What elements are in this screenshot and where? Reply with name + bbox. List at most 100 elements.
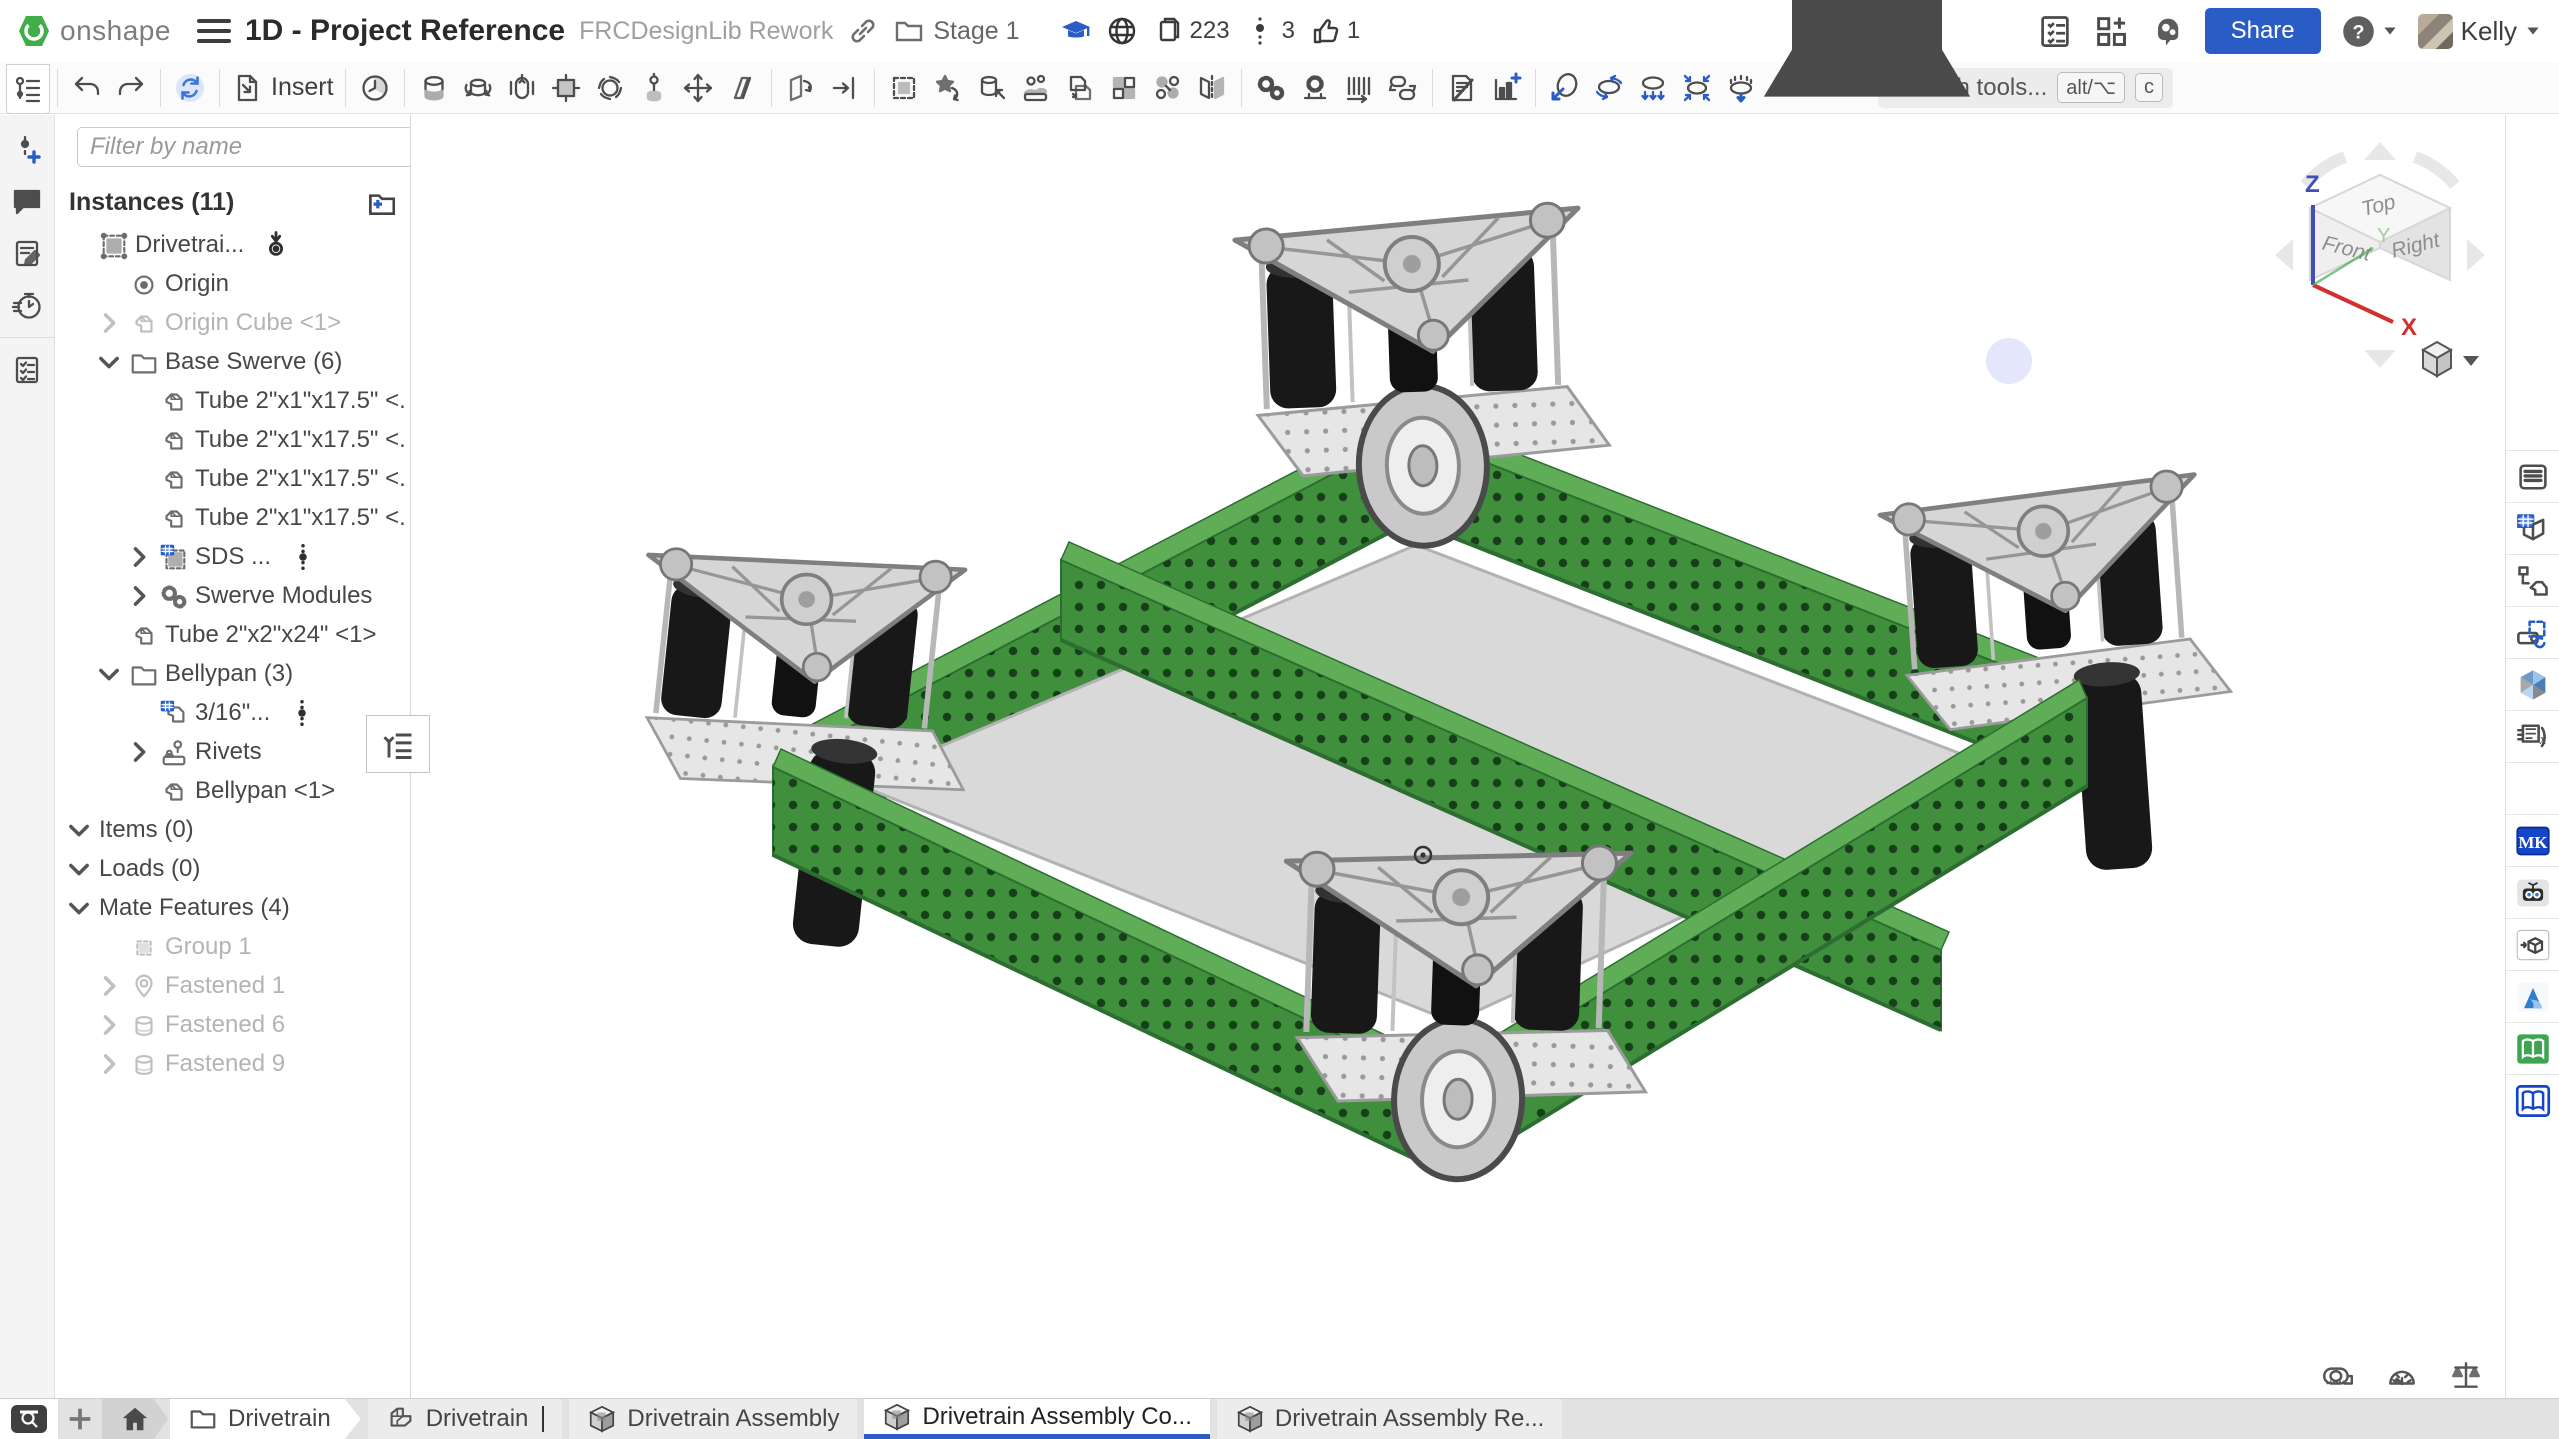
- export-app-button[interactable]: [2506, 918, 2559, 970]
- move-to-position-button[interactable]: [823, 66, 867, 110]
- cylindrical-mate-button[interactable]: [676, 66, 720, 110]
- snapshot-button[interactable]: [1014, 66, 1058, 110]
- tree-item[interactable]: Tube 2"x1"x17.5" <...: [55, 420, 410, 459]
- sheet-overlay-button[interactable]: [2506, 606, 2559, 658]
- rotate-right-arrow[interactable]: [2467, 239, 2485, 271]
- tree-item[interactable]: Loads (0): [55, 849, 410, 888]
- tree-item[interactable]: Drivetrai...: [55, 225, 410, 264]
- tasks-icon[interactable]: [2037, 13, 2073, 49]
- tree-item[interactable]: Rivets: [55, 732, 410, 771]
- derived-features-button[interactable]: [2506, 554, 2559, 606]
- ball-mate-button[interactable]: [588, 66, 632, 110]
- tree-item[interactable]: Fastened 9: [55, 1044, 410, 1083]
- share-button[interactable]: Share: [2205, 8, 2321, 54]
- view-options-button[interactable]: [2423, 342, 2479, 376]
- tree-item[interactable]: Items (0): [55, 810, 410, 849]
- chevron-right-icon[interactable]: [125, 543, 153, 571]
- onshape-logo[interactable]: onshape: [16, 13, 171, 49]
- new-tab-button[interactable]: [58, 1399, 102, 1439]
- circular-pattern-button[interactable]: [1146, 66, 1190, 110]
- checklist-panel-button[interactable]: [5, 344, 49, 396]
- follow-mode-button[interactable]: [926, 66, 970, 110]
- view-cube[interactable]: Top Front Right Z X Y: [2265, 130, 2495, 380]
- app-switcher-icon[interactable]: [2093, 13, 2129, 49]
- comments-button[interactable]: [5, 175, 49, 227]
- slider-mate-button[interactable]: [500, 66, 544, 110]
- chevron-right-icon[interactable]: [95, 972, 123, 1000]
- blue-library-app-button[interactable]: [2506, 1074, 2559, 1126]
- search-document-button[interactable]: [11, 1405, 47, 1433]
- chevron-right-icon[interactable]: [95, 1050, 123, 1078]
- rotate-down-arrow[interactable]: [2364, 350, 2396, 368]
- redo-button[interactable]: [109, 66, 153, 110]
- format-panel-button[interactable]: [2506, 450, 2559, 502]
- learning-center-icon[interactable]: [1060, 15, 1092, 47]
- mass-properties-icon[interactable]: [2449, 1358, 2483, 1392]
- hide-mates-button[interactable]: [1440, 66, 1484, 110]
- tree-item[interactable]: Base Swerve (6): [55, 342, 410, 381]
- chevron-right-icon[interactable]: [95, 1011, 123, 1039]
- rotate-animation-button[interactable]: [1587, 66, 1631, 110]
- tree-item[interactable]: Swerve Modules: [55, 576, 410, 615]
- tree-item[interactable]: Tube 2"x2"x24" <1>: [55, 615, 410, 654]
- user-menu[interactable]: Kelly: [2418, 14, 2541, 49]
- copies-count[interactable]: 223: [1152, 15, 1230, 47]
- ai-advisor-icon[interactable]: [2149, 13, 2185, 49]
- tree-item[interactable]: Group 1: [55, 927, 410, 966]
- screw-relation-button[interactable]: [1337, 66, 1381, 110]
- help-menu[interactable]: ?: [2341, 14, 2398, 49]
- tree-item[interactable]: Tube 2"x1"x17.5" <...: [55, 459, 410, 498]
- tree-item[interactable]: Bellypan <1>: [55, 771, 410, 810]
- tree-item[interactable]: Origin Cube <1>: [55, 303, 410, 342]
- feature-list-flyout-button[interactable]: [366, 715, 430, 773]
- followers-count[interactable]: 3: [1244, 15, 1295, 47]
- tree-item[interactable]: Tube 2"x1"x17.5" <...: [55, 498, 410, 537]
- mate-connector-dots-icon[interactable]: [286, 698, 318, 728]
- green-library-app-button[interactable]: [2506, 1022, 2559, 1074]
- rack-and-pinion-relation-button[interactable]: [1293, 66, 1337, 110]
- edit-in-context-button[interactable]: [882, 66, 926, 110]
- fastened-mate-button[interactable]: [412, 66, 456, 110]
- tree-item[interactable]: Fastened 1: [55, 966, 410, 1005]
- configurations-button[interactable]: [2506, 502, 2559, 554]
- pin-slot-mate-button[interactable]: [632, 66, 676, 110]
- revolute-mate-button[interactable]: [456, 66, 500, 110]
- mate-connector-dots-icon[interactable]: [287, 542, 319, 572]
- rotate-left-arrow[interactable]: [2275, 239, 2293, 271]
- document-tab[interactable]: Drivetrain Assembly: [569, 1399, 857, 1439]
- roll-cw-arrow[interactable]: [2415, 157, 2455, 185]
- chevron-down-icon[interactable]: [95, 348, 123, 376]
- filter-input[interactable]: [77, 127, 411, 167]
- robot-app-button[interactable]: [2506, 866, 2559, 918]
- chevron-down-icon[interactable]: [65, 855, 93, 883]
- link-icon[interactable]: [847, 15, 879, 47]
- chevron-down-icon[interactable]: [65, 816, 93, 844]
- chevron-right-icon[interactable]: [95, 309, 123, 337]
- select-instance-button[interactable]: [970, 66, 1014, 110]
- insert-copy-in-place-button[interactable]: [1058, 66, 1102, 110]
- rotate-up-arrow[interactable]: [2364, 142, 2396, 160]
- document-tab[interactable]: Drivetrain Assembly Co...: [864, 1399, 1209, 1439]
- tree-item[interactable]: Origin: [55, 264, 410, 303]
- tree-item[interactable]: Bellypan (3): [55, 654, 410, 693]
- tree-item[interactable]: Tube 2"x1"x17.5" <...: [55, 381, 410, 420]
- document-tab[interactable]: Drivetrain: [170, 1399, 361, 1439]
- mate-connector-add-button[interactable]: [5, 123, 49, 175]
- app-store-button[interactable]: [2506, 658, 2559, 710]
- linear-pattern-button[interactable]: [1102, 66, 1146, 110]
- featurescript-button[interactable]: x: [2506, 710, 2559, 762]
- update-linked-document-button[interactable]: [168, 66, 212, 110]
- add-folder-icon[interactable]: [364, 185, 398, 219]
- undo-button[interactable]: [65, 66, 109, 110]
- 3d-viewport[interactable]: Top Front Right Z X Y: [411, 115, 2505, 1398]
- gear-relation-button[interactable]: [1249, 66, 1293, 110]
- belt-relation-button[interactable]: [1381, 66, 1425, 110]
- measure-path-button[interactable]: [1543, 66, 1587, 110]
- tree-item[interactable]: Mate Features (4): [55, 888, 410, 927]
- likes-count[interactable]: 1: [1309, 15, 1360, 47]
- chevron-right-icon[interactable]: [125, 582, 153, 610]
- tree-item[interactable]: 3/16"...: [55, 693, 410, 732]
- document-tab[interactable]: Drivetrain Assembly Re...: [1217, 1399, 1562, 1439]
- named-positions-button[interactable]: [353, 66, 397, 110]
- chevron-right-icon[interactable]: [125, 738, 153, 766]
